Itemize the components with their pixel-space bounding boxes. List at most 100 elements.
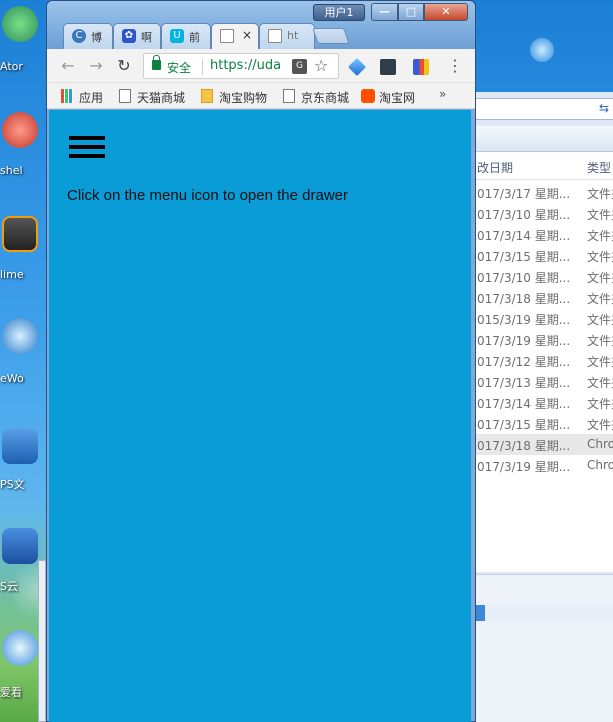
bookmarks-overflow-button[interactable]: »: [439, 87, 446, 101]
wps-doc-app-icon: [2, 428, 38, 464]
bookmark-label: 京东商城: [301, 91, 350, 105]
table-row[interactable]: 017/3/14 星期... 文件夹: [471, 392, 613, 413]
tab-1[interactable]: C 博: [63, 23, 113, 49]
row-type: Chro: [587, 458, 613, 472]
explorer-column-header: 改日期 类型: [471, 152, 613, 180]
close-window-button[interactable]: ✕: [424, 3, 468, 21]
extension-udacity-icon[interactable]: [380, 59, 396, 75]
table-row[interactable]: 017/3/19 星期... Chro: [471, 455, 613, 476]
table-row[interactable]: 017/3/14 星期... 文件夹: [471, 224, 613, 245]
minimize-button[interactable]: —: [371, 3, 398, 21]
hamburger-bar: [69, 154, 105, 158]
back-button[interactable]: ←: [57, 55, 79, 77]
apps-grid-icon: [61, 89, 73, 103]
table-row[interactable]: 017/3/17 星期... 文件夹: [471, 182, 613, 203]
explorer-toolbar: [471, 126, 613, 152]
globe-app-icon: [2, 318, 38, 354]
desktop-icon-globe[interactable]: eWo: [0, 318, 40, 385]
bookmark-jd[interactable]: 京东商城: [283, 88, 359, 105]
desktop-icon-label: shel: [0, 164, 23, 177]
table-row[interactable]: 017/3/12 星期... 文件夹: [471, 350, 613, 371]
desktop-icon-label: 爱看: [0, 686, 22, 699]
table-row[interactable]: 017/3/18 星期... 文件夹: [471, 287, 613, 308]
table-row[interactable]: 017/3/18 星期... Chro: [471, 434, 613, 455]
reload-button[interactable]: ↻: [113, 55, 135, 77]
row-type: 文件夹: [587, 397, 613, 411]
row-type: 文件夹: [587, 187, 613, 201]
desktop-icon-label: Ator: [0, 60, 23, 73]
desktop-icon-label: eWo: [0, 372, 24, 385]
tab-close-icon[interactable]: ×: [242, 28, 252, 42]
browser-toolbar: ← → ↻ 安全 https://uda G ☆ ⋮: [47, 49, 475, 83]
shell-app-icon: [2, 112, 38, 148]
extension-diamond-icon[interactable]: [347, 57, 367, 77]
row-date: 017/3/10 星期...: [477, 271, 571, 285]
desktop-icon-sublime[interactable]: lime: [0, 216, 40, 281]
tab-active[interactable]: ×: [211, 23, 259, 50]
chrome-title-bar[interactable]: 用户1 — □ ✕ C 博 ✿ 啊 U 前 × ht: [47, 1, 475, 50]
hamburger-bar: [69, 136, 105, 140]
desktop-bokeh: [530, 38, 554, 62]
explorer-status-strip: [471, 605, 613, 621]
maximize-button[interactable]: □: [398, 3, 424, 21]
extension-colors-icon[interactable]: [413, 59, 429, 75]
translate-icon[interactable]: G: [292, 59, 307, 74]
omnibox-separator: [202, 59, 203, 75]
desktop-icon-shell[interactable]: shel: [0, 112, 40, 177]
row-type: 文件夹: [587, 355, 613, 369]
chrome-menu-icon[interactable]: ⋮: [447, 56, 463, 76]
row-date: 017/3/14 星期...: [477, 397, 571, 411]
table-row[interactable]: 017/3/15 星期... 文件夹: [471, 413, 613, 434]
sublime-app-icon: [2, 216, 38, 252]
bookmarks-bar: 应用 天猫商城 淘宝购物 京东商城 淘宝网 »: [47, 83, 475, 109]
desktop-icon-label: lime: [0, 268, 24, 281]
row-date: 017/3/15 星期...: [477, 418, 571, 432]
table-row[interactable]: 015/3/19 星期... 文件夹: [471, 308, 613, 329]
omnibox[interactable]: 安全 https://uda G ☆: [143, 53, 339, 79]
lock-icon[interactable]: [152, 55, 161, 70]
row-type: 文件夹: [587, 229, 613, 243]
row-date: 017/3/18 星期...: [477, 439, 571, 453]
bookmark-taobao[interactable]: 淘宝网: [361, 88, 433, 105]
row-type: 文件夹: [587, 250, 613, 264]
column-header-date[interactable]: 改日期: [477, 159, 513, 176]
desktop-icon-wps[interactable]: PS文: [0, 428, 40, 491]
table-row[interactable]: 017/3/15 星期... 文件夹: [471, 245, 613, 266]
bookmark-apps[interactable]: 应用: [61, 88, 111, 105]
table-row[interactable]: 017/3/19 星期... 文件夹: [471, 329, 613, 350]
refresh-arrows-icon[interactable]: ⇆: [599, 101, 609, 115]
tab-title: 博: [91, 31, 102, 44]
row-type: 文件夹: [587, 313, 613, 327]
row-date: 017/3/17 星期...: [477, 187, 571, 201]
drawer-hint-text: Click on the menu icon to open the drawe…: [67, 187, 348, 204]
tab-3[interactable]: U 前: [161, 23, 211, 49]
row-date: 015/3/19 星期...: [477, 313, 571, 327]
url-text[interactable]: https://uda: [210, 58, 286, 73]
tab-5[interactable]: ht: [259, 23, 315, 49]
search-app-icon: [2, 630, 38, 666]
tab-2[interactable]: ✿ 啊: [113, 23, 161, 49]
desktop-icon-search[interactable]: 爱看: [0, 630, 40, 699]
row-date: 017/3/19 星期...: [477, 460, 571, 474]
bookmark-label: 天猫商城: [137, 91, 186, 105]
hamburger-menu-icon[interactable]: [69, 136, 105, 160]
bookmark-tmall[interactable]: 天猫商城: [119, 88, 195, 105]
row-type: 文件夹: [587, 292, 613, 306]
desktop-icon-cloud[interactable]: S云: [0, 528, 40, 593]
folder-icon: [201, 89, 213, 103]
bookmark-label: 淘宝购物: [219, 91, 268, 105]
column-header-type[interactable]: 类型: [587, 159, 611, 176]
hamburger-bar: [69, 145, 105, 149]
explorer-address-bar[interactable]: ⇆: [471, 98, 613, 120]
forward-button[interactable]: →: [85, 55, 107, 77]
secure-label[interactable]: 安全: [167, 59, 191, 76]
new-tab-button[interactable]: [312, 28, 350, 44]
bookmark-star-icon[interactable]: ☆: [314, 56, 328, 75]
desktop-icon-atom[interactable]: Ator: [0, 6, 40, 73]
table-row[interactable]: 017/3/10 星期... 文件夹: [471, 203, 613, 224]
udacity-favicon-icon: U: [170, 29, 184, 43]
table-row[interactable]: 017/3/10 星期... 文件夹: [471, 266, 613, 287]
profile-button[interactable]: 用户1: [313, 4, 365, 21]
table-row[interactable]: 017/3/13 星期... 文件夹: [471, 371, 613, 392]
bookmark-taobao-shopping[interactable]: 淘宝购物: [201, 88, 277, 105]
